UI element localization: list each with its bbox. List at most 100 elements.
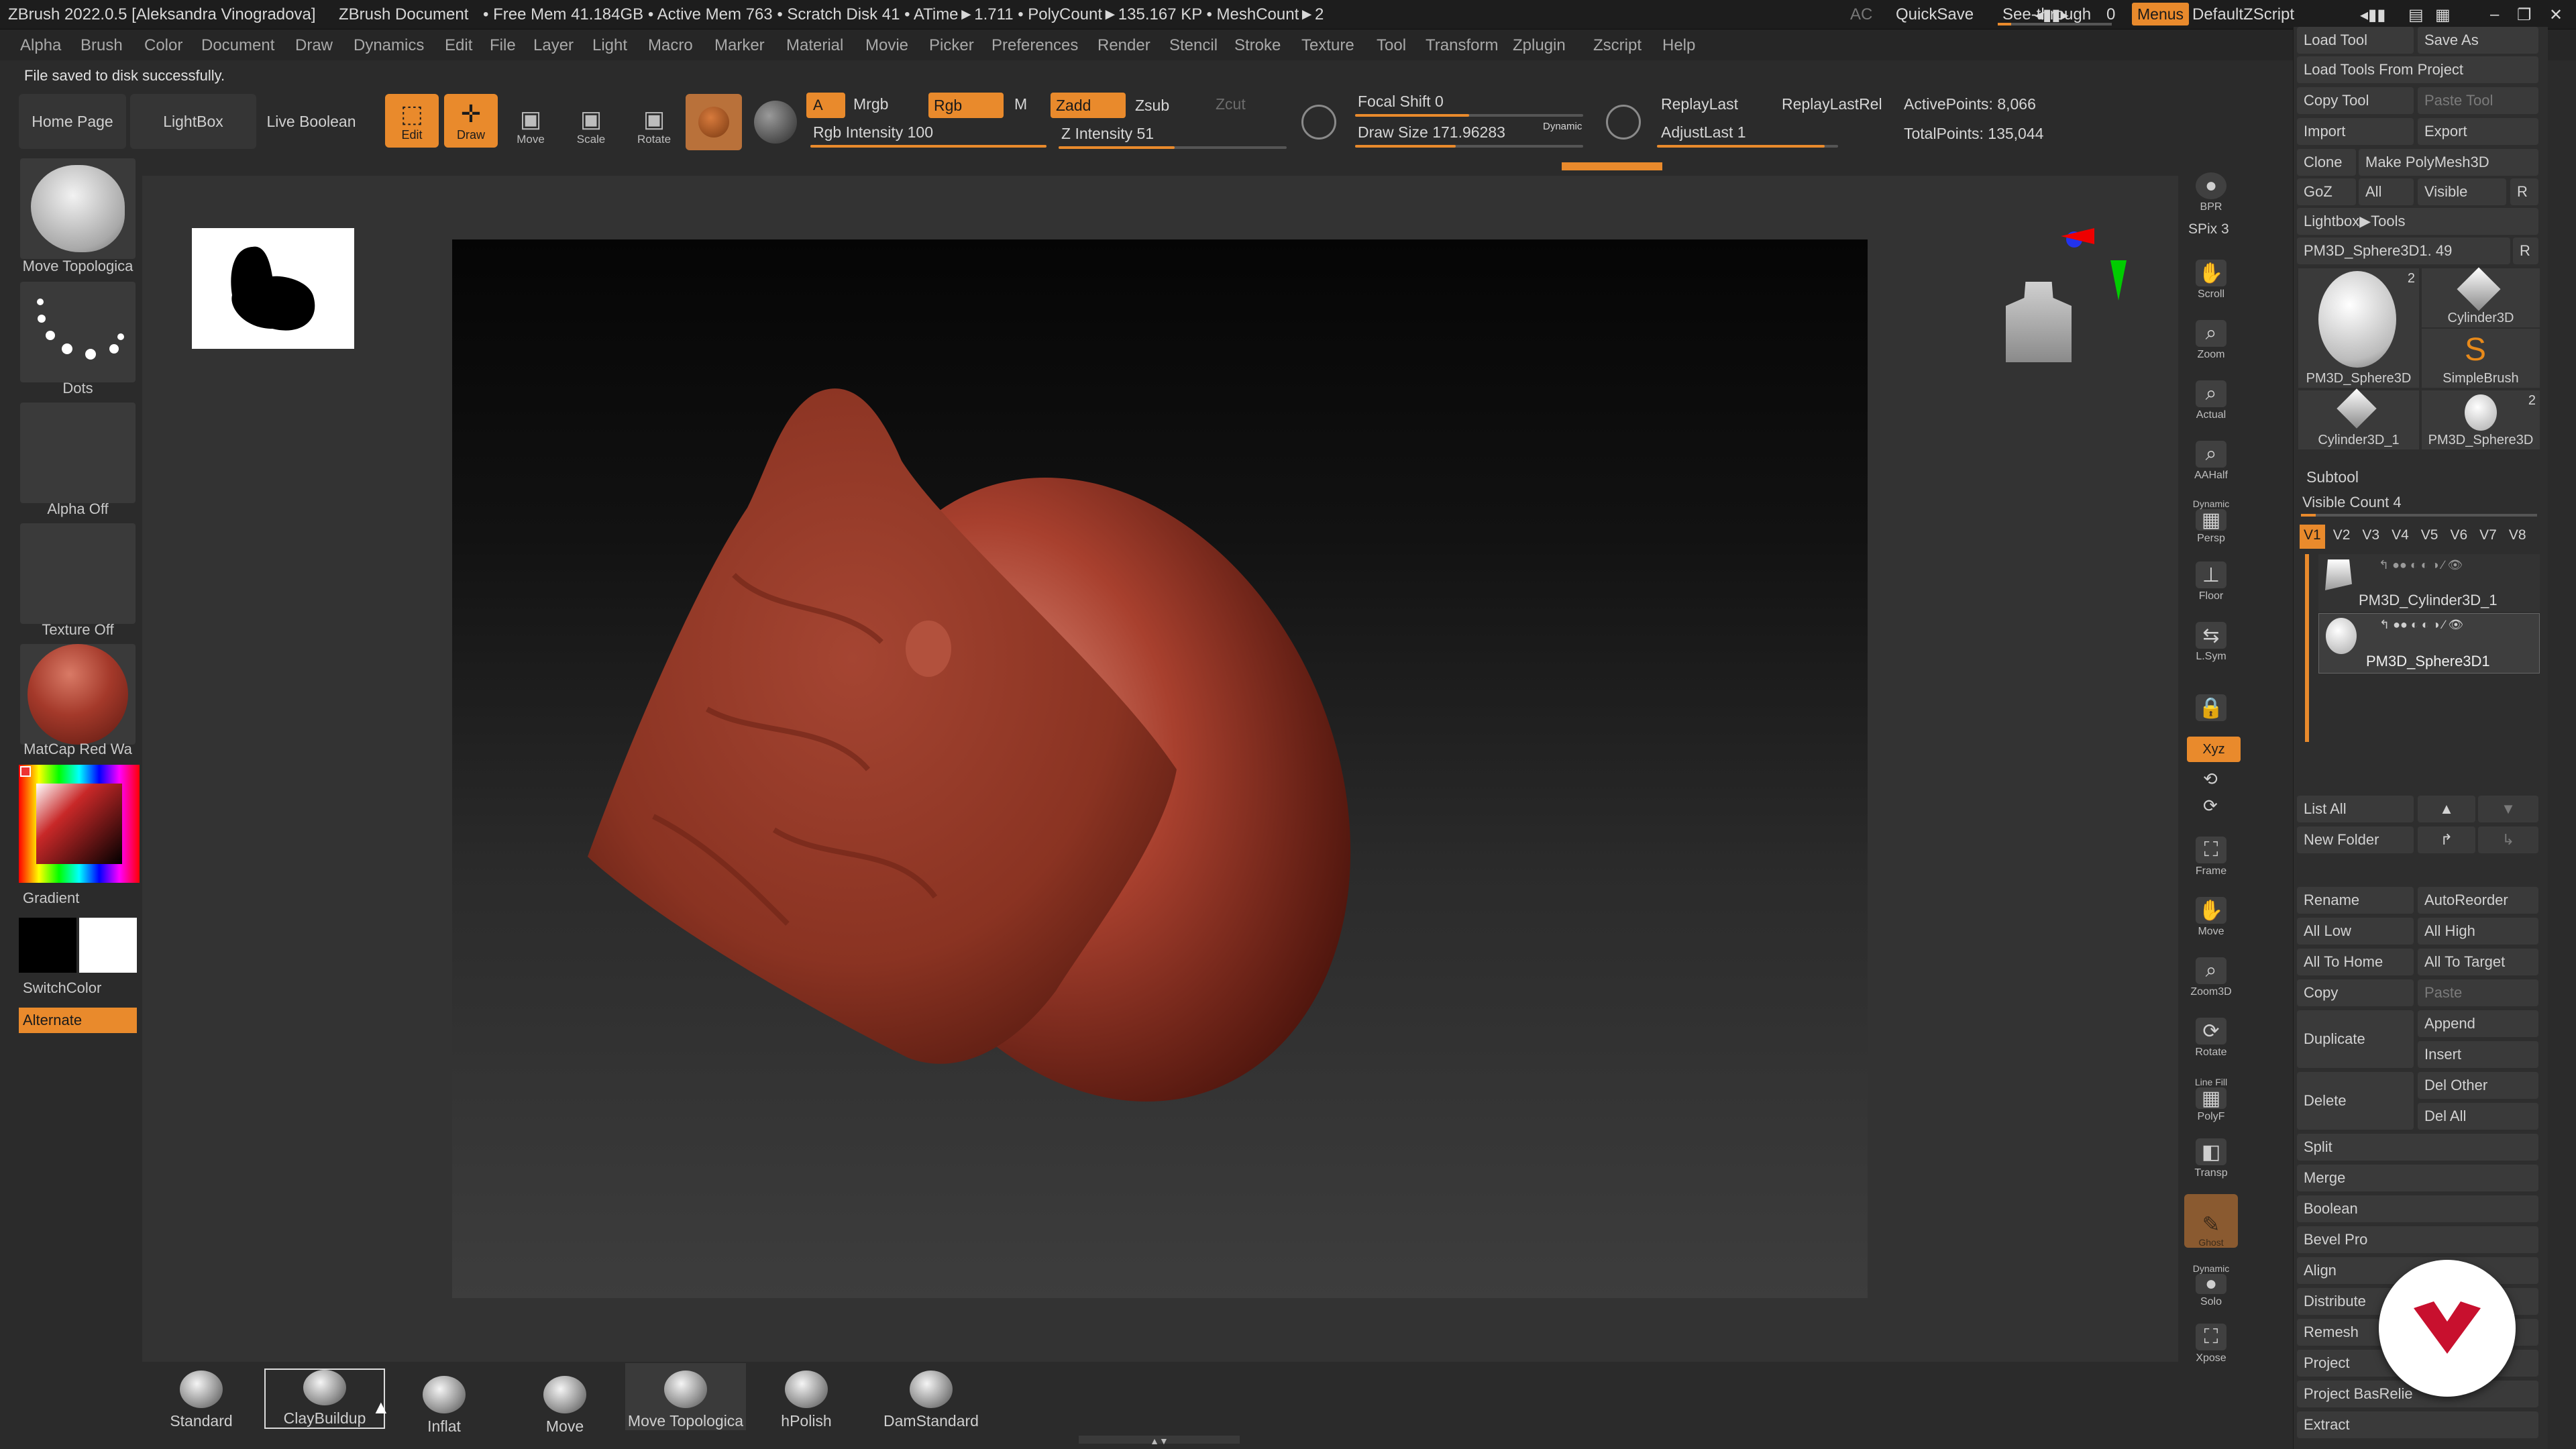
texture-sphere-icon[interactable] xyxy=(754,101,797,144)
tool-thumb-sphere-2[interactable]: 2 PM3D_Sphere3D xyxy=(2422,390,2540,449)
menu-help[interactable]: Help xyxy=(1662,36,1695,55)
tab-v2[interactable]: V2 xyxy=(2329,525,2355,549)
brush-damstandard[interactable]: DamStandard xyxy=(871,1363,991,1430)
del-other-button[interactable]: Del Other xyxy=(2418,1072,2538,1099)
close-icon[interactable]: ✕ xyxy=(2549,5,2563,25)
export-button[interactable]: Export xyxy=(2418,118,2538,145)
focal-shift-slider[interactable] xyxy=(1355,114,1583,117)
visible-count-label[interactable]: Visible Count 4 xyxy=(2302,494,2402,511)
z-intensity-slider[interactable] xyxy=(1059,146,1287,149)
dynamic-label[interactable]: Dynamic xyxy=(1543,121,1582,132)
alternate-button[interactable]: Alternate xyxy=(19,1008,137,1033)
menu-dynamics[interactable]: Dynamics xyxy=(354,36,424,55)
gradient-label[interactable]: Gradient xyxy=(23,890,79,907)
rename-button[interactable]: Rename xyxy=(2297,887,2414,914)
menu-preferences[interactable]: Preferences xyxy=(991,36,1078,55)
alpha-thumbnail[interactable] xyxy=(20,402,136,503)
visible-count-slider[interactable] xyxy=(2301,514,2537,517)
bevel-pro-button[interactable]: Bevel Pro xyxy=(2297,1226,2538,1253)
menu-brush[interactable]: Brush xyxy=(80,36,123,55)
current-tool-slider[interactable]: PM3D_Sphere3D1. 49 xyxy=(2297,237,2510,264)
menu-zscript[interactable]: Zscript xyxy=(1593,36,1642,55)
load-tools-from-project-button[interactable]: Load Tools From Project xyxy=(2297,56,2538,83)
goz-button[interactable]: GoZ xyxy=(2297,178,2356,205)
copy-button[interactable]: Copy xyxy=(2297,979,2414,1006)
menu-render[interactable]: Render xyxy=(1097,36,1150,55)
polyf-button[interactable]: Line Fill ▦ PolyF xyxy=(2188,1071,2234,1123)
window-icon[interactable]: ▦ xyxy=(2435,5,2451,25)
menu-light[interactable]: Light xyxy=(592,36,627,55)
brush-claybuildup[interactable]: ClayBuildup xyxy=(264,1368,385,1429)
import-button[interactable]: Import xyxy=(2297,118,2414,145)
move-down-icon[interactable]: ▼ xyxy=(2478,796,2538,822)
rgb-button[interactable]: Rgb xyxy=(928,93,1004,118)
lightbox-tools-button[interactable]: Lightbox▶Tools xyxy=(2297,208,2538,235)
zadd-button[interactable]: Zadd xyxy=(1051,93,1126,118)
menu-marker[interactable]: Marker xyxy=(714,36,765,55)
menu-document[interactable]: Document xyxy=(201,36,274,55)
layout-icon[interactable]: ▤ xyxy=(2408,5,2424,25)
menu-texture[interactable]: Texture xyxy=(1301,36,1354,55)
tool-thumb-cylinder-1[interactable]: Cylinder3D_1 xyxy=(2298,388,2419,449)
shelf-toggle-icon[interactable]: ▲▼ xyxy=(1079,1436,1240,1446)
autoreorder-button[interactable]: AutoReorder xyxy=(2418,887,2538,914)
menu-file[interactable]: File xyxy=(490,36,516,55)
make-polymesh-button[interactable]: Make PolyMesh3D xyxy=(2359,149,2538,176)
draw-size-slider[interactable] xyxy=(1355,145,1583,148)
tool-thumbnail[interactable] xyxy=(20,158,136,259)
material-swatch-button[interactable] xyxy=(686,94,742,150)
subtool-visibility-icons[interactable]: ↰ ●● ◐ ◐ ◑ ∕ 👁 xyxy=(2379,558,2463,572)
ghost-button[interactable]: ✎ Ghost xyxy=(2184,1194,2238,1248)
quicksave-button[interactable]: QuickSave xyxy=(1896,5,1974,24)
texture-thumbnail[interactable] xyxy=(20,523,136,624)
tab-v5[interactable]: V5 xyxy=(2417,525,2443,549)
goz-visible-button[interactable]: Visible xyxy=(2418,178,2506,205)
folder-arrow-2-icon[interactable]: ↳ xyxy=(2478,826,2538,853)
draw-size-icon[interactable] xyxy=(1606,105,1641,140)
tool-thumb-simplebrush[interactable]: S SimpleBrush xyxy=(2422,329,2540,388)
material-thumbnail[interactable] xyxy=(20,644,136,745)
xpose-button[interactable]: ⛶ Xpose xyxy=(2188,1316,2234,1364)
subtool-header[interactable]: Subtool xyxy=(2306,468,2359,486)
rotate-z-icon[interactable]: ⟳ xyxy=(2203,796,2218,816)
replaylast-button[interactable]: ReplayLast xyxy=(1661,95,1738,113)
replaylastrel-button[interactable]: ReplayLastRel xyxy=(1782,95,1882,113)
zcut-button[interactable]: Zcut xyxy=(1216,95,1246,113)
document-canvas[interactable] xyxy=(452,239,1868,1298)
del-all-button[interactable]: Del All xyxy=(2418,1103,2538,1130)
m-button[interactable]: M xyxy=(1014,95,1027,113)
floor-button[interactable]: ⊥ Floor xyxy=(2188,554,2234,602)
menu-zplugin[interactable]: Zplugin xyxy=(1513,36,1566,55)
sculpt-model[interactable] xyxy=(452,239,1868,1298)
tab-v8[interactable]: V8 xyxy=(2505,525,2530,549)
xyz-button[interactable]: Xyz xyxy=(2187,737,2241,762)
draw-button[interactable]: ✛ Draw xyxy=(444,94,498,148)
insert-button[interactable]: Insert xyxy=(2418,1041,2538,1068)
paste-button[interactable]: Paste xyxy=(2418,979,2538,1006)
boolean-button[interactable]: Boolean xyxy=(2297,1195,2538,1222)
spix-label[interactable]: SPix 3 xyxy=(2188,221,2229,237)
lock-button[interactable]: 🔒 xyxy=(2188,675,2234,723)
load-tool-button[interactable]: Load Tool xyxy=(2297,27,2414,54)
default-zscript-button[interactable]: DefaultZScript xyxy=(2192,5,2294,24)
move-view-button[interactable]: ✋ Move xyxy=(2188,890,2234,938)
persp-button[interactable]: Dynamic ▦ Persp xyxy=(2188,494,2234,545)
tab-v6[interactable]: V6 xyxy=(2446,525,2471,549)
subtool-row-1[interactable]: ↰ ●● ◐ ◐ ◑ ∕ 👁 PM3D_Cylinder3D_1 xyxy=(2318,554,2540,612)
menus-button[interactable]: Menus xyxy=(2132,3,2190,25)
menu-transform[interactable]: Transform xyxy=(1426,36,1498,55)
split-button[interactable]: Split xyxy=(2297,1134,2538,1161)
frame-button[interactable]: ⛶ Frame xyxy=(2188,829,2234,877)
menu-macro[interactable]: Macro xyxy=(648,36,693,55)
focal-shift-icon[interactable] xyxy=(1301,105,1336,140)
folder-arrow-icon[interactable]: ↱ xyxy=(2418,826,2475,853)
menu-material[interactable]: Material xyxy=(786,36,843,55)
axis-gizmo-y-icon[interactable] xyxy=(2110,260,2127,301)
home-page-button[interactable]: Home Page xyxy=(19,94,126,149)
lightbox-button[interactable]: LightBox xyxy=(130,94,256,149)
list-all-button[interactable]: List All xyxy=(2297,796,2414,822)
move-button[interactable]: ▣ Move xyxy=(507,99,554,146)
menu-stencil[interactable]: Stencil xyxy=(1169,36,1218,55)
bpr-button[interactable]: ● BPR xyxy=(2188,165,2234,213)
rotate-view-button[interactable]: ⟳ Rotate xyxy=(2188,1010,2234,1059)
